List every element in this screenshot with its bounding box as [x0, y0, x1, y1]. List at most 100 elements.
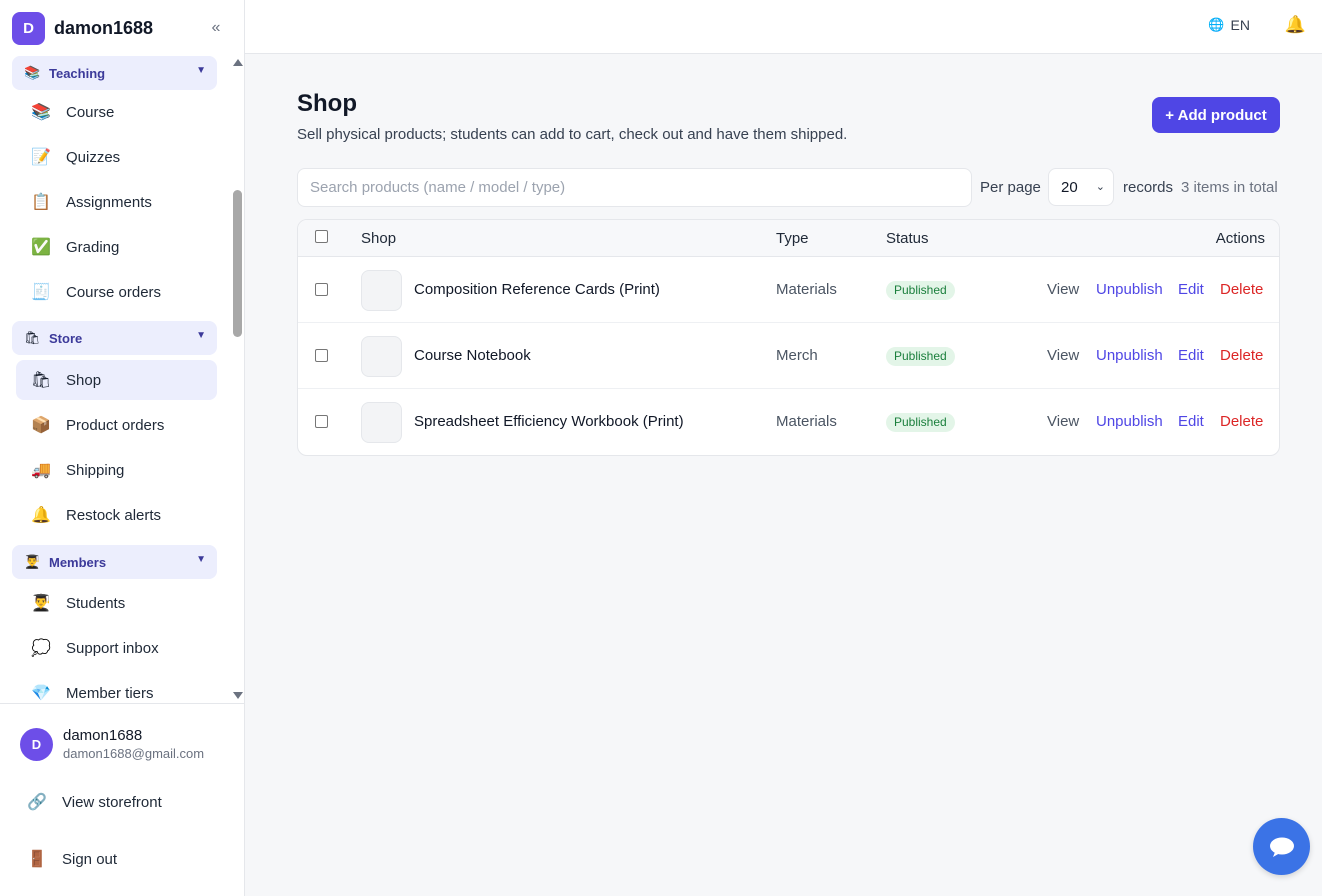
- caret-down-icon: ▼: [196, 65, 206, 76]
- sidebar-nav: 📚 Teaching ▼ 📚 Course 📝 Quizzes 📋 Assign…: [0, 55, 230, 703]
- table-row: Spreadsheet Efficiency Workbook (Print) …: [298, 389, 1279, 455]
- shopping-bag-icon: 🛍: [24, 330, 41, 345]
- sidebar-item-shipping[interactable]: 🚚 Shipping: [16, 450, 217, 490]
- page-subtitle: Sell physical products; students can add…: [297, 126, 848, 143]
- view-action[interactable]: View: [1047, 413, 1079, 430]
- student-icon: 👨‍🎓: [31, 595, 51, 612]
- records-label: records: [1123, 179, 1174, 196]
- sidebar-item-label: Shipping: [66, 461, 125, 479]
- unpublish-action[interactable]: Unpublish: [1096, 281, 1163, 298]
- table-header: Shop Type Status Actions: [298, 220, 1279, 257]
- language-switcher[interactable]: 🌐 EN: [1208, 17, 1250, 33]
- scroll-up-arrow-icon[interactable]: [233, 59, 243, 66]
- sidebar-item-label: Course orders: [66, 283, 162, 301]
- sidebar-item-label: Course: [66, 103, 115, 121]
- globe-icon: 🌐: [1208, 17, 1225, 32]
- column-header-status: Status: [886, 230, 929, 247]
- sidebar-item-restock-alerts[interactable]: 🔔 Restock alerts: [16, 495, 217, 535]
- caret-down-icon: ▼: [196, 554, 206, 565]
- section-teaching[interactable]: 📚 Teaching ▼: [12, 56, 217, 90]
- view-action[interactable]: View: [1047, 281, 1079, 298]
- sidebar: D damon1688 « 📚 Teaching ▼ 📚 Course 📝 Qu…: [0, 0, 245, 896]
- product-thumbnail: [361, 270, 402, 311]
- language-label: EN: [1230, 17, 1250, 33]
- search-input[interactable]: [297, 168, 972, 207]
- brand-name: damon1688: [54, 18, 154, 38]
- per-page-label: Per page: [980, 179, 1041, 196]
- sidebar-item-product-orders[interactable]: 📦 Product orders: [16, 405, 217, 445]
- product-thumbnail: [361, 336, 402, 377]
- product-thumbnail: [361, 402, 402, 443]
- user-profile[interactable]: D damon1688 damon1688@gmail.com: [20, 727, 204, 761]
- student-icon: 👨‍🎓: [24, 554, 41, 569]
- sidebar-item-label: Grading: [66, 238, 120, 256]
- section-label: Teaching: [49, 65, 106, 81]
- diamond-icon: 💎: [31, 685, 51, 702]
- delete-action[interactable]: Delete: [1220, 281, 1263, 298]
- section-store[interactable]: 🛍 Store ▼: [12, 321, 217, 355]
- section-members[interactable]: 👨‍🎓 Members ▼: [12, 545, 217, 579]
- select-all-checkbox[interactable]: [315, 230, 328, 243]
- avatar: D: [20, 727, 53, 761]
- table-row: Composition Reference Cards (Print) Mate…: [298, 257, 1279, 323]
- sidebar-footer: D damon1688 damon1688@gmail.com 🔗 View s…: [0, 703, 244, 896]
- bell-icon: 🔔: [31, 507, 51, 524]
- clipboard-icon: 📋: [31, 194, 51, 211]
- chat-button[interactable]: [1253, 818, 1310, 875]
- unpublish-action[interactable]: Unpublish: [1096, 347, 1163, 364]
- sidebar-item-label: Support inbox: [66, 639, 159, 657]
- chevron-down-icon: ⌄: [1095, 181, 1105, 193]
- sidebar-item-label: Assignments: [66, 193, 152, 211]
- delete-action[interactable]: Delete: [1220, 347, 1263, 364]
- per-page-value: 20: [1061, 178, 1078, 196]
- scroll-thumb[interactable]: [233, 190, 242, 337]
- status-badge: Published: [886, 347, 955, 366]
- sidebar-item-assignments[interactable]: 📋 Assignments: [16, 182, 217, 222]
- sidebar-item-quizzes[interactable]: 📝 Quizzes: [16, 137, 217, 177]
- caret-down-icon: ▼: [196, 330, 206, 341]
- product-name: Spreadsheet Efficiency Workbook (Print): [414, 413, 684, 430]
- row-checkbox[interactable]: [315, 283, 328, 296]
- sidebar-item-course-orders[interactable]: 🧾 Course orders: [16, 272, 217, 312]
- sidebar-item-label: Quizzes: [66, 148, 121, 166]
- per-page-select[interactable]: 20 ⌄: [1048, 168, 1114, 206]
- sidebar-item-label: Member tiers: [66, 684, 154, 702]
- add-product-button[interactable]: + Add product: [1152, 97, 1280, 133]
- products-table: Shop Type Status Actions Composition Ref…: [297, 219, 1280, 456]
- sidebar-item-grading[interactable]: ✅ Grading: [16, 227, 217, 267]
- section-label: Members: [49, 554, 107, 570]
- product-name: Composition Reference Cards (Print): [414, 281, 660, 298]
- sidebar-item-label: Product orders: [66, 416, 165, 434]
- scroll-down-arrow-icon[interactable]: [233, 692, 243, 699]
- sidebar-item-shop[interactable]: 🛍 Shop: [16, 360, 217, 400]
- edit-action[interactable]: Edit: [1178, 347, 1204, 364]
- edit-action[interactable]: Edit: [1178, 281, 1204, 298]
- shopping-bag-icon: 🛍: [30, 372, 52, 389]
- sign-out-link[interactable]: 🚪 Sign out: [26, 849, 117, 869]
- sidebar-item-support-inbox[interactable]: 💭 Support inbox: [16, 628, 217, 668]
- sidebar-scrollbar[interactable]: [230, 55, 245, 703]
- chat-bubble-icon: [1269, 837, 1294, 857]
- view-action[interactable]: View: [1047, 347, 1079, 364]
- view-storefront-link[interactable]: 🔗 View storefront: [26, 792, 162, 812]
- collapse-sidebar-icon[interactable]: «: [207, 18, 225, 38]
- product-type: Merch: [776, 347, 818, 364]
- edit-action[interactable]: Edit: [1178, 413, 1204, 430]
- sidebar-item-member-tiers[interactable]: 💎 Member tiers: [16, 673, 217, 703]
- memo-icon: 📝: [31, 149, 51, 166]
- user-email: damon1688@gmail.com: [63, 746, 205, 761]
- books-icon: 📚: [31, 104, 51, 121]
- sidebar-item-label: Restock alerts: [66, 506, 162, 524]
- door-icon: 🚪: [27, 851, 47, 868]
- brand[interactable]: D damon1688: [12, 12, 153, 45]
- notification-bell-icon[interactable]: 🔔: [1285, 15, 1306, 35]
- delete-action[interactable]: Delete: [1220, 413, 1263, 430]
- row-checkbox[interactable]: [315, 349, 328, 362]
- sidebar-item-students[interactable]: 👨‍🎓 Students: [16, 583, 217, 623]
- user-name: damon1688: [63, 727, 143, 744]
- status-badge: Published: [886, 281, 955, 300]
- column-header-actions: Actions: [1215, 230, 1265, 247]
- row-checkbox[interactable]: [315, 415, 328, 428]
- unpublish-action[interactable]: Unpublish: [1096, 413, 1163, 430]
- sidebar-item-course[interactable]: 📚 Course: [16, 92, 217, 132]
